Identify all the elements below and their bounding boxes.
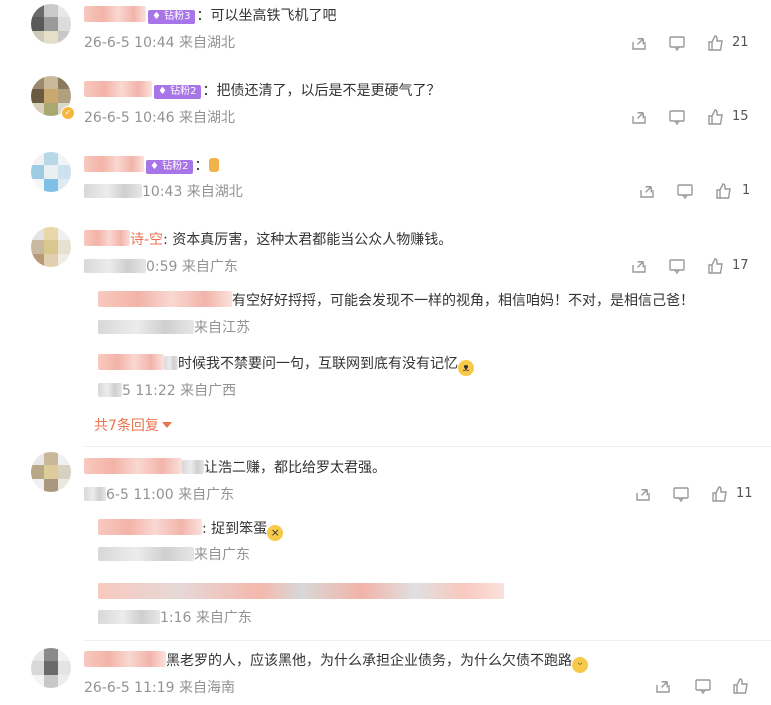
comment-text-line: ♦ 钻粉3 ：可以坐高铁飞机了吧 xyxy=(84,6,337,25)
like-count: 1 xyxy=(742,183,751,198)
comment-meta: 0:59 来自广东 xyxy=(84,258,238,276)
reply-meta: 1:16 来自广东 xyxy=(98,609,252,627)
comment-text: ：把债还清了，以后是不是更硬气了？ xyxy=(202,83,441,99)
share-icon[interactable] xyxy=(638,182,658,202)
avatar[interactable] xyxy=(31,648,71,688)
divider xyxy=(84,446,771,447)
comment-text: ：可以坐高铁飞机了吧 xyxy=(196,8,337,24)
cat-emoji: ᴥ xyxy=(458,360,474,376)
username[interactable] xyxy=(98,354,164,370)
reply-text: 有空好好捋捋，可能会发现不一样的视角，相信咱妈！不对，是相信己爸！ xyxy=(232,293,694,309)
reply-text: : 捉到笨蛋 xyxy=(202,521,268,537)
reply-meta: 来自广东 xyxy=(98,546,250,564)
thumbs-up-emoji xyxy=(208,158,219,172)
thumbs-up-icon[interactable] xyxy=(732,677,752,697)
verified-badge: ✓ xyxy=(61,106,75,120)
username[interactable] xyxy=(84,6,146,22)
share-icon[interactable] xyxy=(654,677,674,697)
like-count: 15 xyxy=(732,109,749,124)
reply-text-line: : 捉到笨蛋 × xyxy=(98,519,284,541)
username-tail[interactable]: 诗-空 xyxy=(130,232,163,248)
thumbs-up-icon[interactable] xyxy=(707,34,727,54)
username[interactable] xyxy=(84,651,166,667)
reply-meta: 5 11:22 来自广西 xyxy=(98,382,236,400)
avatar[interactable] xyxy=(31,4,71,44)
comment-meta: 26-6-5 10:46 来自湖北 xyxy=(84,110,235,126)
comment-icon[interactable] xyxy=(672,485,692,505)
comment-text: 让浩二赚，都比给罗太君强。 xyxy=(204,460,386,476)
avatar[interactable] xyxy=(31,152,71,192)
comment-text: ： xyxy=(194,158,209,174)
username[interactable] xyxy=(98,519,202,535)
share-icon[interactable] xyxy=(630,257,650,277)
divider xyxy=(84,640,771,641)
thumbs-up-icon[interactable] xyxy=(715,182,735,202)
laughing-emoji: ᵕ xyxy=(572,657,588,673)
chevron-down-icon xyxy=(161,422,172,428)
comment-meta: 6-5 11:00 来自广东 xyxy=(84,486,234,504)
fan-badge: ♦ 钻粉2 xyxy=(154,85,201,99)
username[interactable] xyxy=(84,230,130,246)
share-icon[interactable] xyxy=(634,485,654,505)
username[interactable] xyxy=(84,81,152,97)
username[interactable] xyxy=(84,458,182,474)
comment-text: : 资本真厉害，这种太君都能当公众人物赚钱。 xyxy=(163,232,453,248)
like-count: 21 xyxy=(732,35,749,50)
comment-icon[interactable] xyxy=(694,677,714,697)
comment-text-line: 让浩二赚，都比给罗太君强。 xyxy=(84,458,386,477)
comment-text: 黑老罗的人，应该黑他，为什么承担企业债务，为什么欠债不跑路 xyxy=(166,653,572,669)
username[interactable] xyxy=(98,583,504,599)
fan-badge: ♦ 钻粉3 xyxy=(148,10,195,24)
thumbs-up-icon[interactable] xyxy=(707,108,727,128)
reply-text: 时候我不禁要问一句，互联网到底有没有记忆 xyxy=(178,356,458,372)
avatar[interactable] xyxy=(31,227,71,267)
thumbs-up-icon[interactable] xyxy=(707,257,727,277)
comment-meta: 26-6-5 11:19 来自海南 xyxy=(84,680,235,696)
comment-text-line: ♦ 钻粉2： xyxy=(84,156,219,175)
username[interactable] xyxy=(98,291,232,307)
reply-meta: 来自江苏 xyxy=(98,319,250,337)
share-icon[interactable] xyxy=(630,108,650,128)
reply-text-line: 有空好好捋捋，可能会发现不一样的视角，相信咱妈！不对，是相信己爸！ xyxy=(98,291,694,310)
like-count: 17 xyxy=(732,258,749,273)
comment-text-line: 诗-空: 资本真厉害，这种太君都能当公众人物赚钱。 xyxy=(84,230,452,249)
comment-icon[interactable] xyxy=(668,257,688,277)
dizzy-face-emoji: × xyxy=(267,525,284,541)
more-replies-link[interactable]: 共7条回复 xyxy=(94,415,172,435)
comment-icon[interactable] xyxy=(676,182,696,202)
comment-icon[interactable] xyxy=(668,34,688,54)
avatar[interactable] xyxy=(31,452,71,492)
comment-meta: 26-6-5 10:44 来自湖北 xyxy=(84,35,235,51)
username[interactable] xyxy=(84,156,144,172)
comment-text-line: ♦ 钻粉2 ：把债还清了，以后是不是更硬气了？ xyxy=(84,81,441,100)
reply-text-line xyxy=(98,583,504,602)
comment-icon[interactable] xyxy=(668,108,688,128)
comment-text-line: 黑老罗的人，应该黑他，为什么承担企业债务，为什么欠债不跑路 ᵕ xyxy=(84,651,588,673)
reply-text-line: 时候我不禁要问一句，互联网到底有没有记忆 ᴥ xyxy=(98,354,474,376)
share-icon[interactable] xyxy=(630,34,650,54)
fan-badge: ♦ 钻粉2 xyxy=(146,160,193,174)
like-count: 11 xyxy=(736,486,753,501)
thumbs-up-icon[interactable] xyxy=(711,485,731,505)
comment-meta: 10:43 来自湖北 xyxy=(84,183,243,201)
